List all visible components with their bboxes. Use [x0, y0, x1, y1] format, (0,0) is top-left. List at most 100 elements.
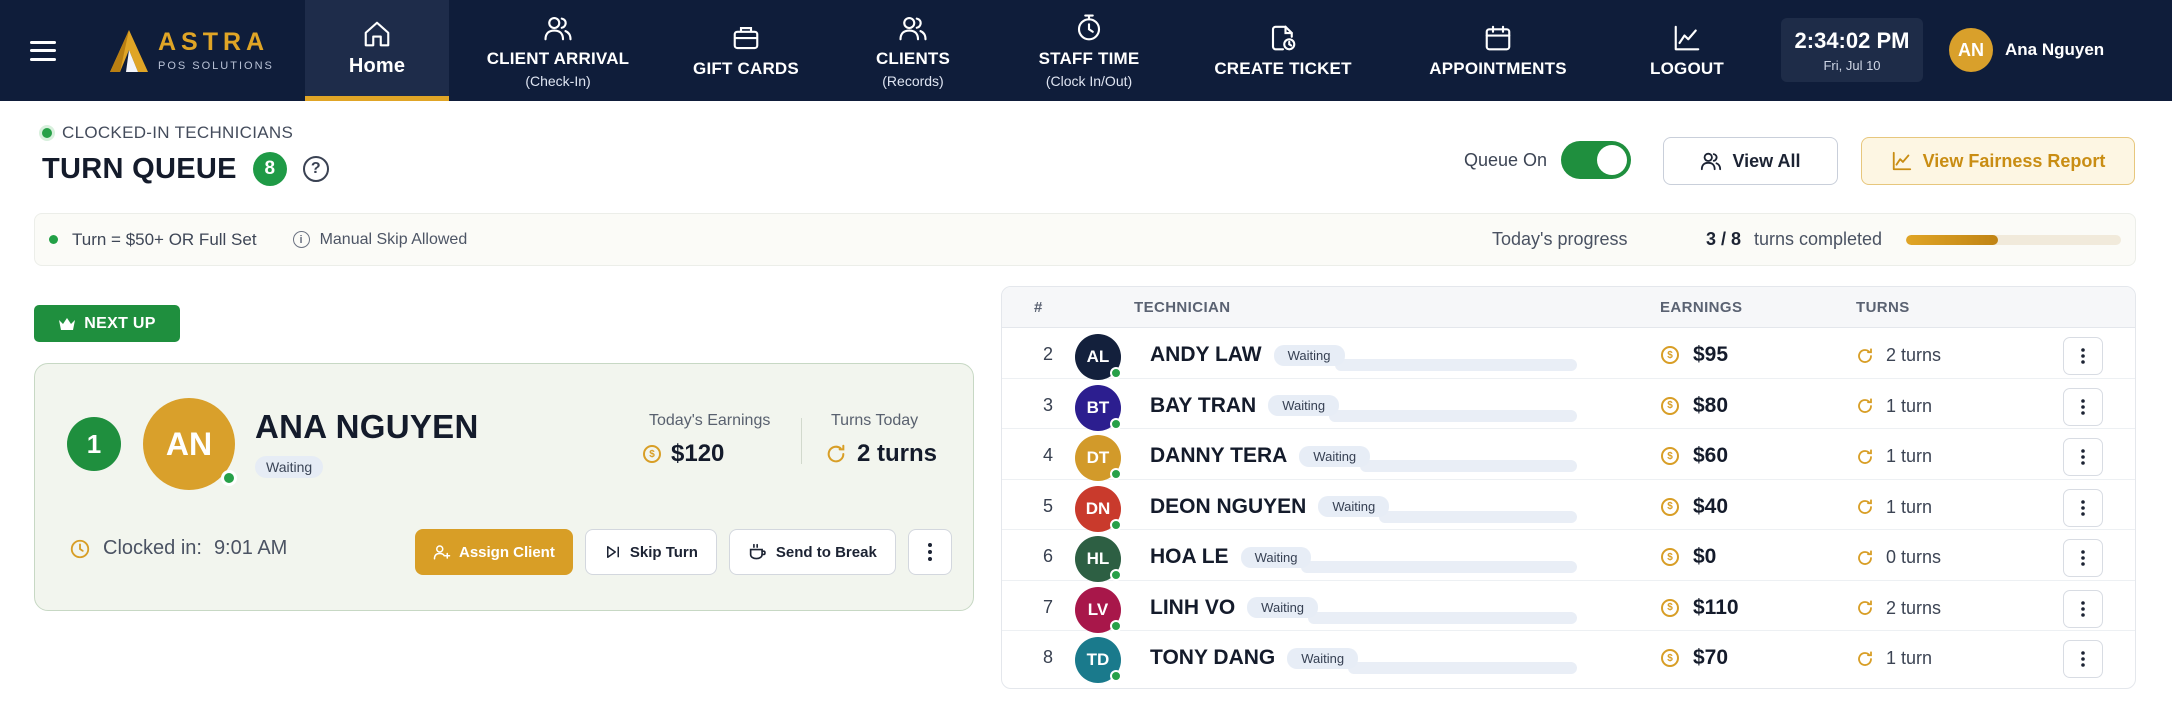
nav-clients[interactable]: CLIENTS (Records): [825, 0, 1001, 101]
nav-home[interactable]: Home: [305, 0, 449, 101]
table-row[interactable]: 7 LV LINH VO Waiting $ $110 2 turns: [1002, 581, 2135, 633]
row-options-button[interactable]: [2063, 589, 2103, 628]
online-indicator-icon: [1110, 569, 1122, 581]
turn-progress-track: [1301, 561, 1577, 573]
refresh-icon: [1858, 398, 1872, 413]
avatar: BT: [1075, 384, 1122, 431]
earnings-label: Today's Earnings: [649, 412, 771, 429]
queue-toggle-label: Queue On: [1464, 149, 1548, 170]
avatar-initials: BT: [1086, 397, 1110, 417]
nav-gift-cards-label: GIFT CARDS: [693, 58, 799, 78]
nav-appointments[interactable]: APPOINTMENTS: [1389, 0, 1607, 101]
turns-cell: 2 turns: [1856, 598, 1941, 619]
users-icon: [899, 16, 927, 40]
nav-logout[interactable]: LOGOUT: [1607, 0, 1767, 101]
technician-name: TONY DANG: [1150, 646, 1276, 669]
row-turns: 1 turn: [1886, 648, 1933, 668]
menu-button[interactable]: [0, 0, 86, 101]
earnings-cell: $ $40: [1661, 495, 1728, 519]
row-options-button[interactable]: [2063, 539, 2103, 577]
skip-turn-button[interactable]: Skip Turn: [584, 529, 717, 575]
avatar-initials: LV: [1087, 599, 1109, 619]
table-row[interactable]: 2 AL ANDY LAW Waiting $ $95 2 turns: [1002, 328, 2135, 380]
row-earnings: $95: [1693, 343, 1729, 366]
nav-create-ticket[interactable]: CREATE TICKET: [1177, 0, 1389, 101]
row-options-button[interactable]: [2063, 387, 2103, 426]
nav-create-ticket-label: CREATE TICKET: [1214, 58, 1352, 78]
avatar: AN: [1949, 28, 1993, 72]
home-icon: [364, 21, 390, 46]
row-options-button[interactable]: [2063, 640, 2103, 678]
turns-cell: 1 turn: [1856, 446, 1932, 467]
users-icon: [544, 16, 572, 40]
send-to-break-button[interactable]: Send to Break: [728, 529, 896, 575]
fairness-report-button[interactable]: View Fairness Report: [1861, 137, 2135, 185]
table-row[interactable]: 6 HL HOA LE Waiting $ $0 0 turns: [1002, 530, 2135, 582]
nav-gift-cards[interactable]: GIFT CARDS: [667, 0, 825, 101]
row-turns: 1 turn: [1886, 496, 1933, 517]
col-technician-header: TECHNICIAN: [1134, 299, 1231, 316]
row-options-button[interactable]: [2063, 337, 2103, 375]
table-row[interactable]: 5 DN DEON NGUYEN Waiting $ $40 1 turn: [1002, 480, 2135, 532]
next-up-name: ANA NGUYEN: [255, 408, 479, 445]
refresh-icon: [827, 444, 845, 463]
row-options-button[interactable]: [2063, 488, 2103, 527]
nav-staff-time-sub: (Clock In/Out): [1045, 72, 1133, 89]
nav-staff-time[interactable]: STAFF TIME (Clock In/Out): [1001, 0, 1177, 101]
info-icon: i: [292, 231, 310, 248]
view-all-label: View All: [1732, 150, 1801, 171]
refresh-icon: [1858, 600, 1872, 615]
nav-staff-time-label: STAFF TIME: [1038, 48, 1140, 68]
avatar: AL: [1075, 334, 1122, 380]
row-rank: 5: [1042, 495, 1053, 516]
avatar: DT: [1075, 435, 1122, 481]
technician-cell: TONY DANG Waiting: [1150, 646, 1359, 670]
earnings-cell: $ $80: [1661, 394, 1728, 418]
kebab-menu-icon: [927, 543, 932, 561]
crown-icon: [59, 317, 76, 330]
row-rank: 7: [1042, 596, 1053, 617]
turn-progress-track: [1334, 359, 1577, 371]
technician-cell: ANDY LAW Waiting: [1150, 343, 1345, 367]
earnings-cell: $ $95: [1661, 343, 1728, 367]
skip-rule: i Manual Skip Allowed: [292, 230, 468, 249]
user-menu[interactable]: AN Ana Nguyen: [1949, 28, 2104, 72]
assign-client-button[interactable]: Assign Client: [415, 529, 573, 575]
row-earnings: $0: [1693, 545, 1717, 568]
skip-rule-text: Manual Skip Allowed: [319, 230, 468, 248]
calendar-icon: [1485, 25, 1511, 50]
coin-icon: $: [1661, 346, 1679, 364]
coffee-icon: [749, 543, 766, 560]
row-turns: 1 turn: [1886, 446, 1933, 466]
toggle-knob: [1597, 145, 1628, 175]
coin-icon: $: [1661, 598, 1679, 617]
clocked-in-info: Clocked in: 9:01 AM: [69, 537, 287, 560]
online-indicator-icon: [1110, 468, 1122, 480]
view-all-button[interactable]: View All: [1663, 137, 1838, 185]
coin-icon: $: [1661, 447, 1679, 465]
progress-bar-fill: [1906, 234, 1999, 245]
row-rank: 4: [1042, 445, 1053, 465]
table-row[interactable]: 8 TD TONY DANG Waiting $ $70 1 turn: [1002, 631, 2135, 683]
avatar: DN: [1075, 485, 1122, 532]
turns-cell: 1 turn: [1856, 497, 1932, 518]
avatar-initials: AN: [165, 425, 213, 462]
status-badge: Waiting: [1318, 496, 1390, 517]
turns-cell: 1 turn: [1856, 396, 1932, 417]
kebab-menu-icon: [2081, 348, 2085, 364]
more-options-button[interactable]: [907, 529, 952, 575]
queue-toggle-switch[interactable]: [1561, 141, 1632, 179]
top-nav: ASTRA POS SOLUTIONS Home CLIENT ARRIVAL …: [0, 0, 2172, 101]
astra-logo-icon: [110, 29, 148, 72]
stat-divider: [801, 418, 802, 464]
progress-value: 3 / 8: [1706, 229, 1742, 249]
queue-table: # TECHNICIAN EARNINGS TURNS 2 AL ANDY LA…: [1001, 286, 2136, 689]
help-icon[interactable]: ?: [302, 156, 329, 182]
row-options-button[interactable]: [2063, 438, 2103, 476]
table-row[interactable]: 3 BT BAY TRAN Waiting $ $80 1 turn: [1002, 379, 2135, 431]
nav-client-arrival[interactable]: CLIENT ARRIVAL (Check-In): [449, 0, 667, 101]
row-rank: 6: [1042, 546, 1053, 566]
table-row[interactable]: 4 DT DANNY TERA Waiting $ $60 1 turn: [1002, 429, 2135, 481]
status-badge: Waiting: [1268, 395, 1340, 416]
coin-icon: $: [1661, 497, 1679, 516]
